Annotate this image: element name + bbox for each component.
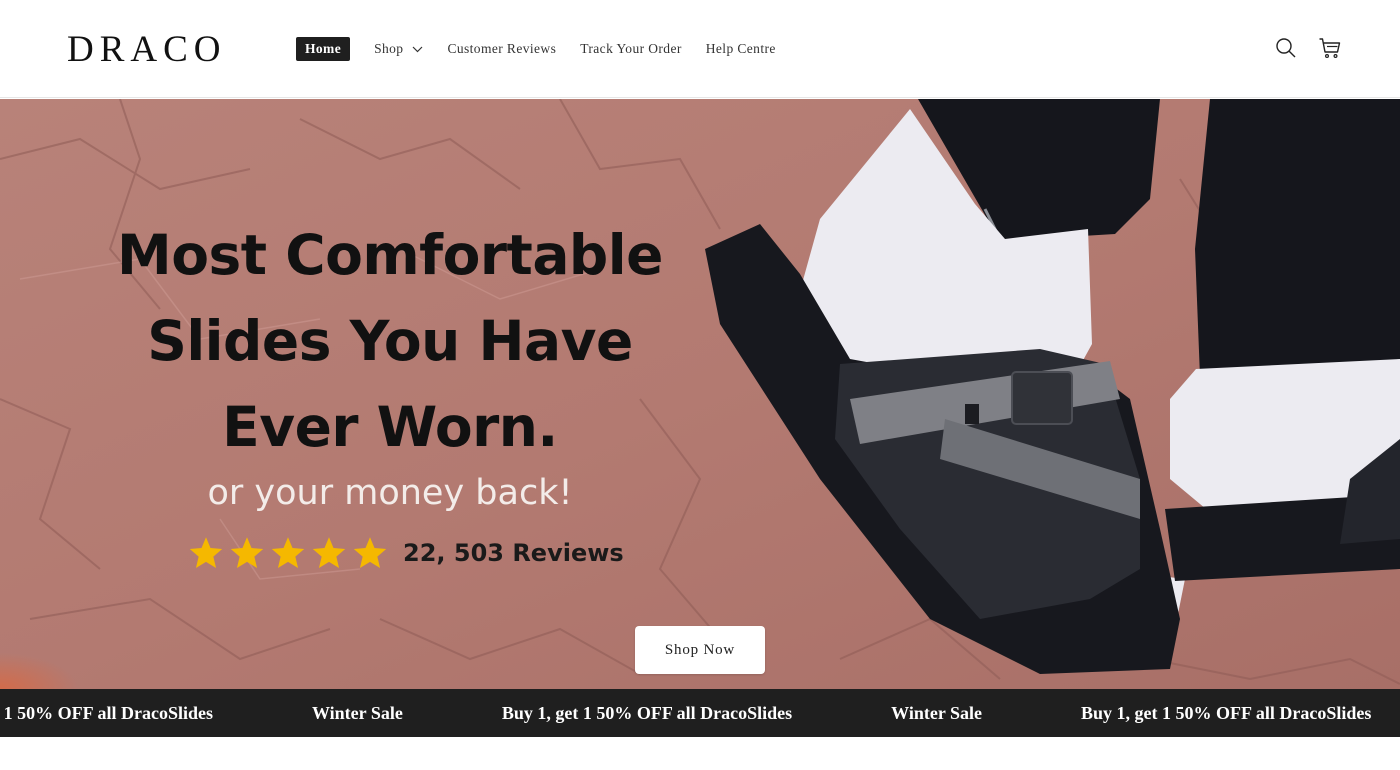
search-icon[interactable] — [1274, 36, 1298, 60]
hero-banner: Most Comfortable Slides You Have Ever Wo… — [0, 99, 1400, 689]
hero-headline-line-2: Slides You Have — [147, 309, 633, 373]
brand-logo[interactable]: DRACO — [67, 28, 227, 71]
announcement-bar: Buy 1, get 1 50% OFF all DracoSlides Win… — [0, 689, 1400, 737]
nav-item-help-centre[interactable]: Help Centre — [706, 41, 776, 57]
nav-item-home[interactable]: Home — [296, 36, 351, 61]
rating-summary: 22, 503 Reviews — [188, 531, 624, 575]
site-header: DRACO Home Shop Customer Reviews Track Y… — [0, 0, 1400, 98]
cart-icon[interactable] — [1318, 36, 1342, 60]
announcement-item: Buy 1, get 1 50% OFF all DracoSlides — [0, 702, 213, 723]
announcement-track: Buy 1, get 1 50% OFF all DracoSlides Win… — [0, 689, 1400, 737]
nav-item-customer-reviews[interactable]: Customer Reviews — [447, 41, 556, 57]
main-nav: Home Shop Customer Reviews Track Your Or… — [296, 36, 800, 61]
chevron-down-icon — [413, 46, 423, 52]
announcement-item: Winter Sale — [312, 702, 403, 723]
star-icon — [230, 537, 264, 568]
review-count: 22, 503 Reviews — [403, 539, 624, 567]
nav-item-shop[interactable]: Shop — [374, 41, 423, 57]
announcement-item: Buy 1, get 1 50% OFF all DracoSlides — [501, 702, 793, 723]
star-icon — [271, 537, 305, 568]
nav-item-shop-label: Shop — [374, 40, 404, 56]
star-icon — [353, 537, 387, 568]
hero-subline: or your money back! — [207, 473, 573, 513]
hero-headline-line-3: Ever Worn. — [222, 395, 558, 459]
hero-text-block: Most Comfortable Slides You Have Ever Wo… — [0, 99, 780, 689]
announcement-item: Winter Sale — [891, 702, 983, 723]
nav-item-track-order[interactable]: Track Your Order — [580, 41, 682, 57]
announcement-item: Buy 1, get 1 50% OFF all DracoSlides — [1081, 702, 1372, 723]
hero-headline-line-1: Most Comfortable — [117, 223, 663, 287]
star-icon — [312, 537, 346, 568]
shop-now-button[interactable]: Shop Now — [635, 626, 765, 674]
star-icon — [189, 537, 223, 568]
